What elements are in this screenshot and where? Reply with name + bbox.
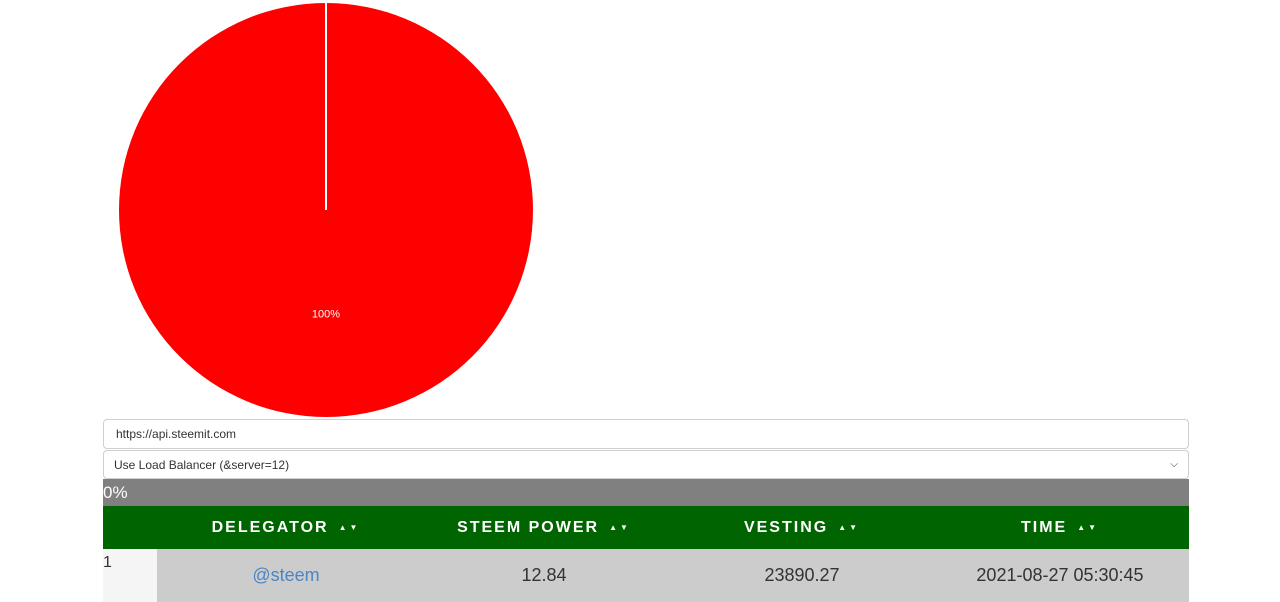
delegations-table: DELEGATOR ▲▼ STEEM POWER ▲▼ VESTING ▲▼ TIME… [103,506,1189,602]
delegation-pie-chart: 100% [118,2,534,418]
column-header-vesting[interactable]: VESTING ▲▼ [673,506,931,549]
chevron-down-icon: ⌵ [1170,459,1178,470]
column-header-label: TIME [1020,518,1068,536]
row-index: 1 [103,549,157,602]
delegator-link[interactable]: @steem [252,565,319,585]
column-header-steem-power[interactable]: STEEM POWER ▲▼ [415,506,673,549]
sort-icon[interactable]: ▲▼ [339,523,361,532]
column-header-label: VESTING [743,518,829,536]
column-header-label: STEEM POWER [457,518,600,536]
sort-icon[interactable]: ▲▼ [609,523,631,532]
server-select-value: Use Load Balancer (&server=12) [114,457,290,472]
column-header-time[interactable]: TIME ▲▼ [931,506,1189,549]
sort-icon[interactable]: ▲▼ [1077,523,1099,532]
vesting-cell: 23890.27 [673,549,931,602]
steem-power-cell: 12.84 [415,549,673,602]
column-header-label: DELEGATOR [211,518,329,536]
pie-chart-svg: 100% [119,3,533,417]
time-cell: 2021-08-27 05:30:45 [931,549,1189,602]
column-header-index [103,506,157,549]
progress-bar: 0% [103,479,1189,506]
api-server-url-input[interactable] [103,419,1189,449]
table-row: 1 @steem 12.84 23890.27 2021-08-27 05:30… [103,549,1189,602]
sort-icon[interactable]: ▲▼ [838,523,860,532]
delegator-cell: @steem [157,549,415,602]
column-header-delegator[interactable]: DELEGATOR ▲▼ [157,506,415,549]
pie-slice-label: 100% [312,309,340,321]
progress-label: 0% [103,483,128,502]
table-header-row: DELEGATOR ▲▼ STEEM POWER ▲▼ VESTING ▲▼ TIME… [103,506,1189,549]
server-select[interactable]: Use Load Balancer (&server=12) ⌵ [103,450,1189,479]
